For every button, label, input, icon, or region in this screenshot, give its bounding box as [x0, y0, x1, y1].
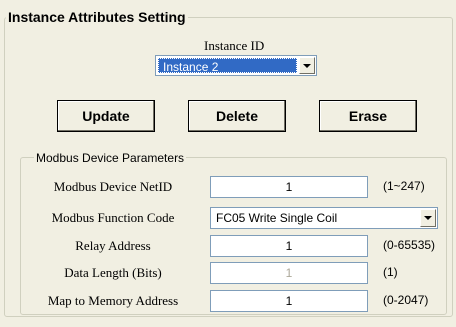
memory-address-input[interactable]: 1: [210, 290, 368, 312]
data-length-range: (1): [383, 265, 398, 279]
function-code-label: Modbus Function Code: [51, 210, 175, 225]
chevron-down-icon[interactable]: [420, 209, 436, 227]
relay-address-range: (0-65535): [383, 238, 436, 252]
function-code-value: FC05 Write Single Coil: [216, 211, 338, 225]
instance-id-value: Instance 2: [158, 58, 297, 74]
erase-button[interactable]: Erase: [319, 100, 417, 132]
relay-address-input[interactable]: 1: [210, 235, 368, 257]
data-length-label: Data Length (Bits): [64, 265, 162, 280]
chevron-down-icon[interactable]: [299, 57, 315, 74]
netid-label: Modbus Device NetID: [53, 179, 173, 194]
modbus-params-title: Modbus Device Parameters: [34, 151, 187, 165]
netid-range: (1~247): [383, 179, 425, 193]
memory-address-range: (0-2047): [383, 293, 429, 307]
delete-button[interactable]: Delete: [188, 100, 286, 132]
instance-id-label: Instance ID: [204, 38, 265, 53]
function-code-select[interactable]: FC05 Write Single Coil: [210, 207, 438, 229]
relay-address-label: Relay Address: [75, 238, 151, 253]
data-length-input: 1: [210, 262, 368, 284]
update-button[interactable]: Update: [57, 100, 155, 132]
section-title: Instance Attributes Setting: [6, 9, 188, 25]
netid-input[interactable]: 1: [210, 176, 368, 198]
instance-id-select[interactable]: Instance 2: [155, 55, 317, 76]
memory-address-label: Map to Memory Address: [47, 293, 179, 308]
